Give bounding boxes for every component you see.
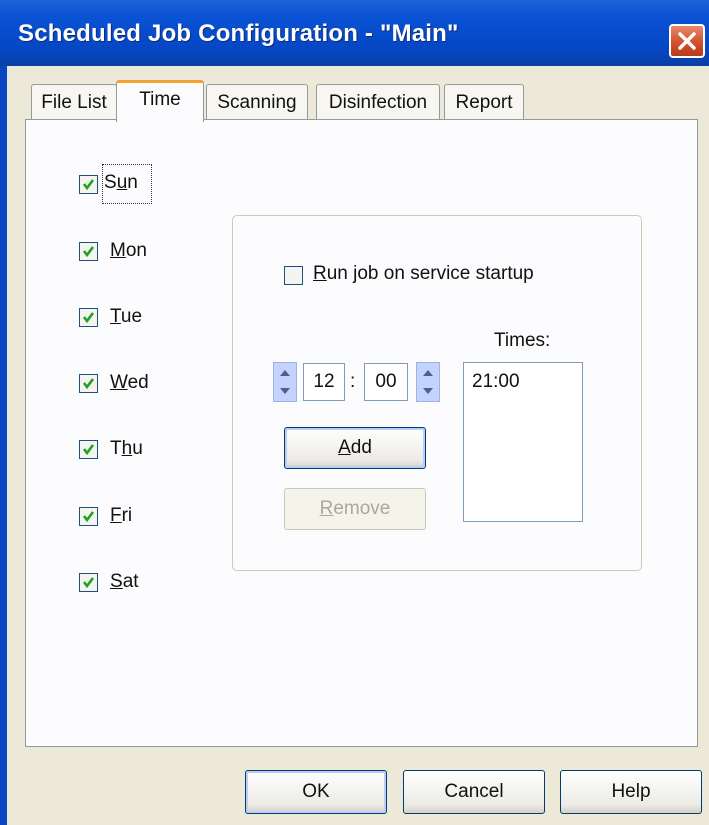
checkbox-box[interactable] (79, 573, 98, 592)
checkmark-icon (82, 179, 95, 191)
day-label-sat: Sat (110, 571, 139, 592)
help-button[interactable]: Help (560, 770, 702, 814)
arrow-up-icon (280, 370, 290, 376)
day-label-wed: Wed (110, 372, 149, 393)
cancel-button[interactable]: Cancel (403, 770, 545, 814)
times-listbox[interactable]: 21:00 (463, 362, 583, 522)
checkbox-box[interactable] (79, 507, 98, 526)
checkbox-box[interactable] (79, 308, 98, 327)
minute-spinner[interactable] (416, 362, 440, 402)
day-label-sun: Sun (104, 172, 138, 193)
tab-content: Sun Mon Tue Wed Thu Fri Sat Run job on s… (0, 0, 709, 825)
checkmark-icon (82, 312, 95, 324)
day-label-fri: Fri (110, 505, 133, 526)
hour-spinner[interactable] (273, 362, 297, 402)
checkbox-box[interactable] (79, 440, 98, 459)
arrow-down-icon (280, 388, 290, 394)
times-label: Times: (494, 330, 551, 351)
add-button-label: Add (338, 437, 372, 458)
add-button[interactable]: Add (284, 427, 426, 469)
remove-button[interactable]: Remove (284, 488, 426, 530)
dialog-window: Scheduled Job Configuration - "Main" Fil… (0, 0, 709, 825)
checkbox-box[interactable] (79, 175, 98, 194)
minute-input[interactable]: 00 (364, 363, 408, 401)
checkmark-icon (82, 378, 95, 390)
remove-button-label: Remove (319, 498, 391, 519)
arrow-up-icon (423, 370, 433, 376)
checkmark-icon (82, 444, 95, 456)
day-label-mon: Mon (110, 240, 147, 261)
run-on-startup-label: Run job on service startup (313, 263, 534, 284)
list-item[interactable]: 21:00 (472, 371, 520, 393)
checkmark-icon (82, 246, 95, 258)
checkbox-box[interactable] (284, 266, 303, 285)
arrow-down-icon (423, 388, 433, 394)
checkbox-box[interactable] (79, 242, 98, 261)
day-label-thu: Thu (110, 438, 143, 459)
day-label-tue: Tue (110, 306, 143, 327)
checkmark-icon (82, 577, 95, 589)
time-separator: : (350, 371, 356, 392)
ok-button[interactable]: OK (245, 770, 387, 814)
checkmark-icon (82, 511, 95, 523)
hour-input[interactable]: 12 (303, 363, 345, 401)
checkbox-box[interactable] (79, 374, 98, 393)
